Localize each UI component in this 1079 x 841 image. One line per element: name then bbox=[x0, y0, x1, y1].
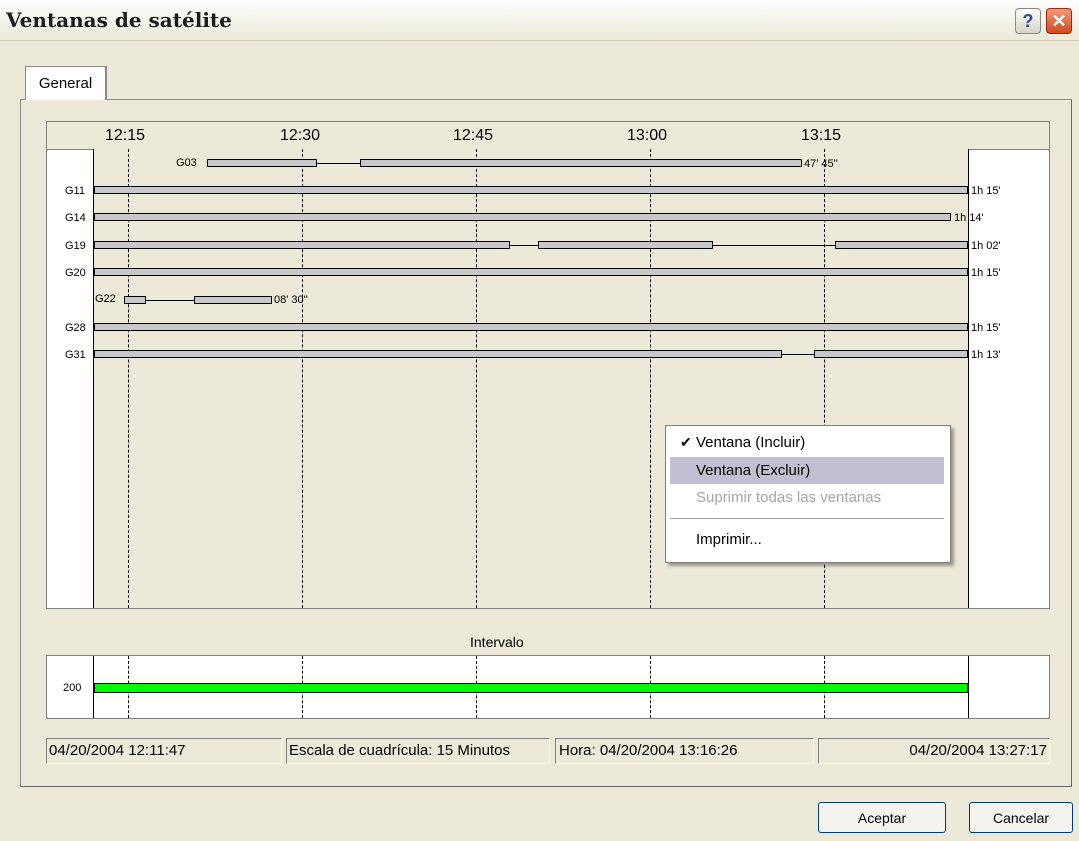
context-menu: ✔ Ventana (Incluir) Ventana (Excluir) Su… bbox=[665, 425, 951, 563]
window-title: Ventanas de satélite bbox=[6, 8, 232, 32]
accept-button[interactable]: Aceptar bbox=[818, 802, 946, 833]
duration-label: 1h 15' bbox=[971, 322, 1001, 334]
checkmark-icon: ✔ bbox=[680, 434, 692, 450]
satellite-label: G19 bbox=[65, 240, 86, 252]
window-bar[interactable] bbox=[360, 159, 802, 167]
satellite-label: G11 bbox=[65, 185, 85, 197]
window-bar[interactable] bbox=[814, 350, 968, 358]
duration-label: 1h 15' bbox=[971, 185, 1001, 197]
duration-label: 47' 45'' bbox=[804, 158, 838, 170]
title-bar: Ventanas de satélite ? ✕ bbox=[0, 0, 1079, 41]
gap-line bbox=[782, 354, 814, 355]
menu-separator bbox=[670, 518, 944, 519]
menu-item-include-window[interactable]: ✔ Ventana (Incluir) bbox=[670, 429, 944, 456]
interval-value-label: 200 bbox=[63, 682, 82, 694]
satellite-label: G03 bbox=[176, 157, 197, 169]
satellite-label: G31 bbox=[65, 349, 86, 361]
gap-line bbox=[510, 245, 538, 246]
window-bar[interactable] bbox=[207, 159, 317, 167]
close-icon[interactable]: ✕ bbox=[1046, 8, 1072, 34]
gap-line bbox=[713, 245, 835, 246]
window-bar[interactable] bbox=[538, 241, 713, 249]
menu-item-label: Ventana (Excluir) bbox=[696, 462, 811, 479]
menu-item-label: Ventana (Incluir) bbox=[696, 434, 806, 451]
satellite-label: G20 bbox=[65, 267, 86, 279]
interval-title: Intervalo bbox=[470, 634, 524, 650]
duration-label: 1h 14' bbox=[954, 212, 984, 224]
menu-item-exclude-window[interactable]: Ventana (Excluir) bbox=[670, 457, 944, 484]
window-bar[interactable] bbox=[94, 186, 968, 194]
window-bar[interactable] bbox=[94, 241, 510, 249]
status-grid-scale: Escala de cuadrícula: 15 Minutos bbox=[286, 738, 550, 764]
window-bar[interactable] bbox=[194, 296, 272, 304]
tab-general[interactable]: General bbox=[25, 66, 107, 100]
interval-plot bbox=[93, 656, 969, 718]
duration-label: 1h 13' bbox=[971, 349, 1001, 361]
status-current-time: Hora: 04/20/2004 13:16:26 bbox=[555, 738, 814, 764]
window-bar[interactable] bbox=[835, 241, 968, 249]
interval-chart: 200 bbox=[46, 655, 1050, 719]
menu-item-remove-all-windows[interactable]: Suprimir todas las ventanas bbox=[670, 484, 944, 511]
time-tick: 12:30 bbox=[280, 127, 321, 144]
duration-label: 08' 30'' bbox=[274, 294, 308, 306]
status-start-time: 04/20/2004 12:11:47 bbox=[46, 738, 282, 764]
window-bar[interactable] bbox=[94, 268, 968, 276]
time-tick: 12:45 bbox=[453, 127, 494, 144]
help-icon[interactable]: ? bbox=[1015, 8, 1041, 34]
satellite-label: G14 bbox=[65, 212, 86, 224]
window-bar[interactable] bbox=[94, 323, 968, 331]
gap-line bbox=[317, 163, 360, 164]
menu-item-print[interactable]: Imprimir... bbox=[670, 526, 944, 553]
satellite-label: G22 bbox=[95, 293, 116, 305]
time-axis-header: 12:15 12:30 12:45 13:00 13:15 bbox=[47, 122, 1049, 150]
menu-item-label: Imprimir... bbox=[696, 531, 762, 548]
time-tick: 13:15 bbox=[801, 127, 842, 144]
window-bar[interactable] bbox=[94, 350, 782, 358]
cancel-button[interactable]: Cancelar bbox=[969, 802, 1073, 833]
duration-label: 1h 15' bbox=[971, 267, 1001, 279]
satellite-label: G28 bbox=[65, 322, 86, 334]
interval-bar bbox=[94, 683, 968, 693]
duration-label: 1h 02' bbox=[971, 240, 1001, 252]
window-bar[interactable] bbox=[124, 296, 146, 304]
time-tick: 13:00 bbox=[627, 127, 668, 144]
window-bar[interactable] bbox=[94, 213, 951, 221]
time-tick: 12:15 bbox=[105, 127, 146, 144]
gap-line bbox=[146, 300, 194, 301]
menu-item-label: Suprimir todas las ventanas bbox=[696, 489, 882, 506]
status-end-time: 04/20/2004 13:27:17 bbox=[818, 738, 1050, 764]
